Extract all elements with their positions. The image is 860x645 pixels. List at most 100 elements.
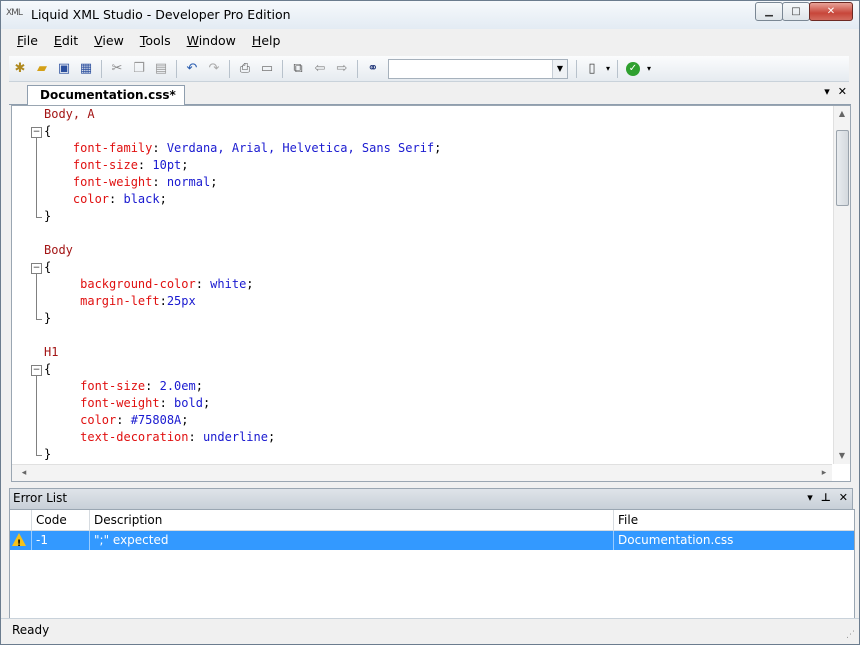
code-line[interactable]: { <box>44 123 51 140</box>
toolbar-overflow-button[interactable]: ▾ <box>604 59 612 79</box>
title-bar[interactable]: XML Liquid XML Studio - Developer Pro Ed… <box>1 1 859 29</box>
scroll-thumb[interactable] <box>836 130 849 206</box>
panel-controls: ▾ ⊥ ✕ <box>807 491 848 504</box>
code-token: : <box>159 396 175 410</box>
code-token: ; <box>181 413 189 427</box>
arrow-right-icon: ⇨ <box>336 61 348 76</box>
code-line[interactable]: font-weight: bold; <box>44 395 210 412</box>
close-panel-icon[interactable]: ✕ <box>839 491 848 504</box>
code-token: : <box>195 277 211 291</box>
toolbar-overflow-button-2[interactable]: ▾ <box>645 59 653 79</box>
toolbar-separator <box>176 59 177 78</box>
app-icon: XML <box>6 8 23 18</box>
toolbar-separator <box>229 59 230 78</box>
code-token: 2.0em <box>159 379 196 393</box>
code-line[interactable]: } <box>44 310 51 327</box>
status-bar: Ready ⋰ <box>1 618 859 643</box>
code-line[interactable]: font-weight: normal; <box>44 174 218 191</box>
code-line[interactable]: } <box>44 208 51 225</box>
validate-button[interactable]: ✓ <box>623 59 643 79</box>
code-line[interactable]: { <box>44 361 51 378</box>
column-description[interactable]: Description <box>90 510 614 530</box>
maximize-button[interactable]: □ <box>782 2 810 21</box>
column-icon[interactable] <box>10 510 32 530</box>
code-line[interactable]: Body, A <box>44 106 95 123</box>
code-token: color <box>44 413 117 427</box>
undo-icon: ↶ <box>186 61 198 76</box>
tab-documentation-css[interactable]: Documentation.css* <box>27 85 185 105</box>
cut-button[interactable]: ✂ <box>107 59 127 79</box>
code-line[interactable]: } <box>44 446 51 463</box>
table-row[interactable]: ! -1 ";" expected Documentation.css <box>10 531 854 550</box>
menu-view[interactable]: View <box>86 31 132 53</box>
vertical-scrollbar[interactable]: ▲ ▼ <box>833 106 850 464</box>
close-tab-icon[interactable]: ✕ <box>838 85 847 98</box>
panel-menu-icon[interactable]: ▾ <box>807 491 813 504</box>
chevron-down-icon[interactable]: ▼ <box>552 59 567 78</box>
scroll-right-icon[interactable]: ▸ <box>816 465 832 481</box>
code-line[interactable]: { <box>44 259 51 276</box>
code-line[interactable]: Body <box>44 242 73 259</box>
code-token: : <box>116 413 131 427</box>
forward-button[interactable]: ⇨ <box>332 59 352 79</box>
check-circle-icon: ✓ <box>626 61 640 76</box>
menu-edit-label: dit <box>61 33 79 48</box>
column-file[interactable]: File <box>614 510 852 530</box>
code-token: ; <box>267 430 276 444</box>
paste-button[interactable]: ▤ <box>151 59 171 79</box>
menu-file-label: ile <box>23 33 38 48</box>
code-line[interactable]: text-decoration: underline; <box>44 429 275 446</box>
code-line[interactable]: font-size: 2.0em; <box>44 378 203 395</box>
close-button[interactable]: ✕ <box>809 2 853 21</box>
code-token: Verdana, Arial, Helvetica, Sans Serif <box>166 141 435 155</box>
menu-tools[interactable]: Tools <box>132 31 179 53</box>
collapse-icon[interactable]: − <box>31 127 42 138</box>
code-line[interactable]: font-size: 10pt; <box>44 157 189 174</box>
horizontal-scrollbar[interactable]: ◂ ▸ <box>12 464 832 481</box>
new-file-button[interactable]: ✱ <box>10 59 30 79</box>
toolbar-separator <box>282 59 283 78</box>
collapse-icon[interactable]: − <box>31 365 42 376</box>
save-all-button[interactable]: ▦ <box>76 59 96 79</box>
code-line[interactable]: margin-left:25px <box>44 293 196 310</box>
copy-button[interactable]: ❐ <box>129 59 149 79</box>
fold-end <box>36 319 42 320</box>
collapse-icon[interactable]: − <box>31 263 42 274</box>
print-button[interactable]: ⎙ <box>235 59 255 79</box>
code-line[interactable]: H1 <box>44 344 58 361</box>
document-button[interactable]: ▯ <box>582 59 602 79</box>
minimize-button[interactable]: ▁ <box>755 2 783 21</box>
scroll-up-icon[interactable]: ▲ <box>834 106 850 122</box>
scroll-left-icon[interactable]: ◂ <box>16 465 32 481</box>
print-preview-button[interactable]: ▭ <box>257 59 277 79</box>
find-button[interactable]: ⚭ <box>363 59 383 79</box>
goto-button[interactable]: ⧉ <box>288 59 308 79</box>
menu-edit[interactable]: Edit <box>46 31 86 53</box>
tab-list-dropdown[interactable]: ▾ <box>824 85 830 98</box>
save-all-icon: ▦ <box>79 61 93 76</box>
pin-icon[interactable]: ⊥ <box>821 491 831 504</box>
back-button[interactable]: ⇦ <box>310 59 330 79</box>
error-list-header: Error List ▾ ⊥ ✕ <box>9 488 853 510</box>
code-line[interactable]: background-color: white; <box>44 276 253 293</box>
menu-window-label: indow <box>198 33 236 48</box>
column-code[interactable]: Code <box>32 510 90 530</box>
menu-help-mnemonic: H <box>251 33 262 48</box>
open-button[interactable]: ▰ <box>32 59 52 79</box>
fold-end <box>36 217 42 218</box>
menu-help[interactable]: Help <box>244 31 289 53</box>
redo-button[interactable]: ↷ <box>204 59 224 79</box>
resize-grip-icon[interactable]: ⋰ <box>846 630 855 640</box>
code-line[interactable]: color: black; <box>44 191 167 208</box>
menu-window[interactable]: Window <box>179 31 244 53</box>
code-token: ; <box>434 141 442 155</box>
search-combo[interactable]: ▼ <box>388 58 568 79</box>
scroll-down-icon[interactable]: ▼ <box>834 448 850 464</box>
code-line[interactable]: color: #75808A; <box>44 412 189 429</box>
code-line[interactable]: font-family: Verdana, Arial, Helvetica, … <box>44 140 441 157</box>
menu-file[interactable]: File <box>9 31 46 53</box>
undo-button[interactable]: ↶ <box>182 59 202 79</box>
code-token: font-weight <box>44 396 160 410</box>
code-editor[interactable]: − − − Body, A { font-family: Verdana, Arial… <box>11 105 851 482</box>
save-button[interactable]: ▣ <box>54 59 74 79</box>
